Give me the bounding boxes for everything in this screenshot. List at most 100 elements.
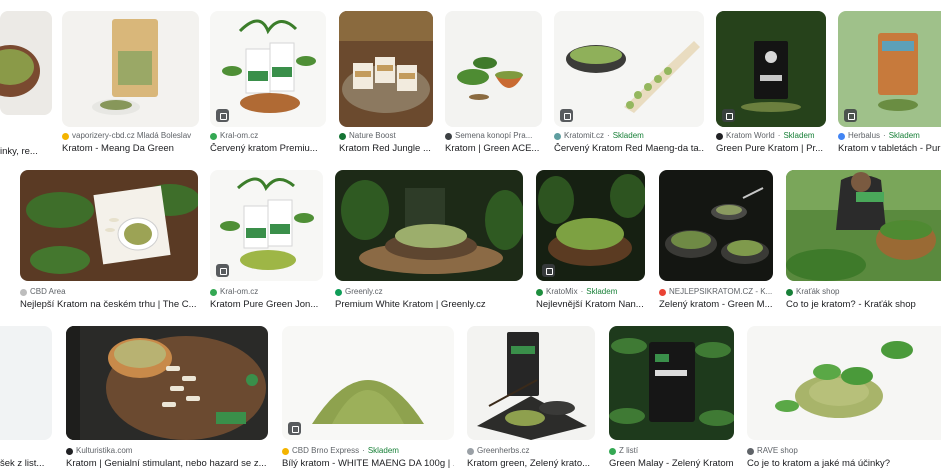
result-thumbnail[interactable] — [445, 11, 542, 127]
image-result-9[interactable]: CBD Area Nejlepší Kratom na českém trhu … — [20, 170, 198, 313]
kratom-harvest-image — [786, 170, 941, 281]
image-result-10[interactable]: Kral-om.cz Kratom Pure Green Jon... — [210, 170, 323, 313]
result-title[interactable]: Kratom | Genialní stimulant, nebo hazard… — [66, 458, 268, 470]
result-thumbnail[interactable] — [20, 170, 198, 281]
result-thumbnail[interactable] — [536, 170, 645, 281]
result-thumbnail[interactable] — [554, 11, 704, 127]
result-thumbnail[interactable] — [339, 11, 433, 127]
stock-status: Skladem — [888, 131, 920, 140]
result-source: Z listí — [609, 446, 734, 456]
image-result-11[interactable]: Greenly.cz Premium White Kratom | Greenl… — [335, 170, 523, 313]
kratom-dark-bag-leaves-image — [609, 326, 734, 440]
result-title[interactable]: Green Pure Kratom | Pr... — [716, 143, 826, 155]
bowl-image — [0, 11, 52, 115]
result-title[interactable]: Kratom Pure Green Jon... — [210, 299, 323, 311]
result-title[interactable]: Zelený kratom - Green M... — [659, 299, 773, 311]
image-result-6[interactable]: Kratomit.cz · Skladem Červený Kratom Red M… — [554, 11, 704, 161]
result-thumbnail[interactable] — [66, 326, 268, 440]
image-result-17[interactable]: CBD Brno Express · Skladem Bílý kratom - W… — [282, 326, 454, 470]
kratom-leaves-powder-image — [747, 326, 941, 440]
image-result-4[interactable]: Nature Boost Kratom Red Jungle ... — [339, 11, 433, 161]
site-favicon-icon — [66, 447, 73, 455]
site-favicon-icon — [445, 132, 452, 140]
image-result-19[interactable]: Z listí Green Malay - Zelený Kratom — [609, 326, 734, 470]
product-badge-icon — [560, 109, 573, 122]
site-favicon-icon — [282, 447, 289, 455]
result-title[interactable]: inky, re... — [0, 146, 52, 158]
result-thumbnail[interactable] — [747, 326, 941, 440]
result-thumbnail[interactable] — [210, 11, 326, 127]
result-source: CBD Brno Express · Skladem — [282, 446, 454, 456]
result-title[interactable]: Kratom | Green ACE... — [445, 143, 542, 155]
image-result-15[interactable]: šek z list... — [0, 326, 52, 470]
result-thumbnail[interactable] — [282, 326, 454, 440]
result-title[interactable]: Co to je kratom? - Kraťák shop — [786, 299, 941, 311]
image-result-18[interactable]: Greenherbs.cz Kratom green, Zelený krato… — [467, 326, 595, 470]
image-result-14[interactable]: Kraťák shop Co to je kratom? - Kraťák sh… — [786, 170, 941, 313]
result-title[interactable]: Červený kratom Premiu... — [210, 143, 326, 155]
product-badge-icon — [722, 109, 735, 122]
site-favicon-icon — [210, 132, 217, 140]
site-favicon-icon — [20, 288, 27, 296]
site-favicon-icon — [62, 132, 69, 140]
result-thumbnail[interactable] — [716, 11, 826, 127]
result-title[interactable]: Co je to kratom a jaké má účinky? — [747, 458, 941, 470]
image-result-5[interactable]: Semena konopí Pra... Kratom | Green ACE.… — [445, 11, 542, 161]
result-source: Herbalus · Skladem — [838, 131, 941, 141]
image-result-16[interactable]: Kulturistika.com Kratom | Genialní stimu… — [66, 326, 268, 470]
stock-status: Skladem — [612, 131, 644, 140]
result-title[interactable]: Bílý kratom - WHITE MAENG DA 100g | ... — [282, 458, 454, 470]
result-image — [0, 326, 52, 440]
result-title[interactable]: Kratom green, Zelený krato... — [467, 458, 595, 470]
result-source: KratoMix · Skladem — [536, 287, 645, 297]
image-result-13[interactable]: NEJLEPSIKRATOM.CZ - K... Zelený kratom -… — [659, 170, 773, 313]
image-result-3[interactable]: Kral-om.cz Červený kratom Premiu... — [210, 11, 326, 161]
result-thumbnail[interactable] — [0, 326, 52, 440]
result-thumbnail[interactable] — [838, 11, 941, 127]
result-thumbnail[interactable] — [335, 170, 523, 281]
result-title[interactable]: šek z list... — [0, 458, 52, 470]
result-title[interactable]: Kratom Red Jungle ... — [339, 143, 433, 155]
kratom-bowls-image — [659, 170, 773, 281]
result-title[interactable]: Kratom - Meang Da Green — [62, 143, 199, 155]
result-source: RAVE shop — [747, 446, 941, 456]
site-favicon-icon — [335, 288, 342, 296]
image-result-12[interactable]: KratoMix · Skladem Nejlevnější Kratom Nan.… — [536, 170, 645, 313]
result-thumbnail[interactable] — [659, 170, 773, 281]
result-title[interactable]: Červený Kratom Red Maeng-da ta... — [554, 143, 704, 155]
result-title[interactable]: Nejlepší Kratom na českém trhu | The C..… — [20, 299, 198, 311]
result-title[interactable]: Green Malay - Zelený Kratom — [609, 458, 734, 470]
product-badge-icon — [844, 109, 857, 122]
result-thumbnail[interactable] — [609, 326, 734, 440]
site-favicon-icon — [339, 132, 346, 140]
result-source: Kral-om.cz — [210, 287, 323, 297]
result-source: Kral-om.cz — [210, 131, 326, 141]
stock-status: Skladem — [367, 446, 399, 455]
result-thumbnail[interactable] — [786, 170, 941, 281]
result-thumbnail[interactable] — [210, 170, 323, 281]
image-result-2[interactable]: vaporizery-cbd.cz Mladá Boleslav Kratom … — [62, 11, 199, 161]
kratom-powder-pile-image — [282, 326, 454, 440]
site-favicon-icon — [747, 447, 754, 455]
image-result-1[interactable]: inky, re... — [0, 11, 52, 161]
result-title[interactable]: Kratom v tabletách - Pur — [838, 143, 941, 155]
image-result-20[interactable]: RAVE shop Co je to kratom a jaké má účin… — [747, 326, 941, 470]
image-result-7[interactable]: Kratom World · Skladem Green Pure Kratom |… — [716, 11, 826, 161]
product-badge-icon — [542, 264, 555, 277]
result-title[interactable]: Premium White Kratom | Greenly.cz — [335, 299, 523, 311]
result-source: Kratomit.cz · Skladem — [554, 131, 704, 141]
image-result-8[interactable]: Herbalus · Skladem Kratom v tabletách - Pu… — [838, 11, 941, 161]
result-thumbnail[interactable] — [467, 326, 595, 440]
kratom-bag-scoop-image — [467, 326, 595, 440]
result-title[interactable]: Nejlevnější Kratom Nan... — [536, 299, 645, 311]
kratom-powder-bowl-image — [335, 170, 523, 281]
kratom-bowl-image — [445, 11, 542, 127]
result-source: Greenherbs.cz — [467, 446, 595, 456]
product-badge-icon — [216, 264, 229, 277]
result-source: Kratom World · Skladem — [716, 131, 826, 141]
kratom-capsules-board-image — [66, 326, 268, 440]
result-thumbnail[interactable] — [62, 11, 199, 127]
result-thumbnail[interactable] — [0, 11, 52, 115]
site-favicon-icon — [536, 288, 543, 296]
kratom-bag-image — [62, 11, 199, 127]
